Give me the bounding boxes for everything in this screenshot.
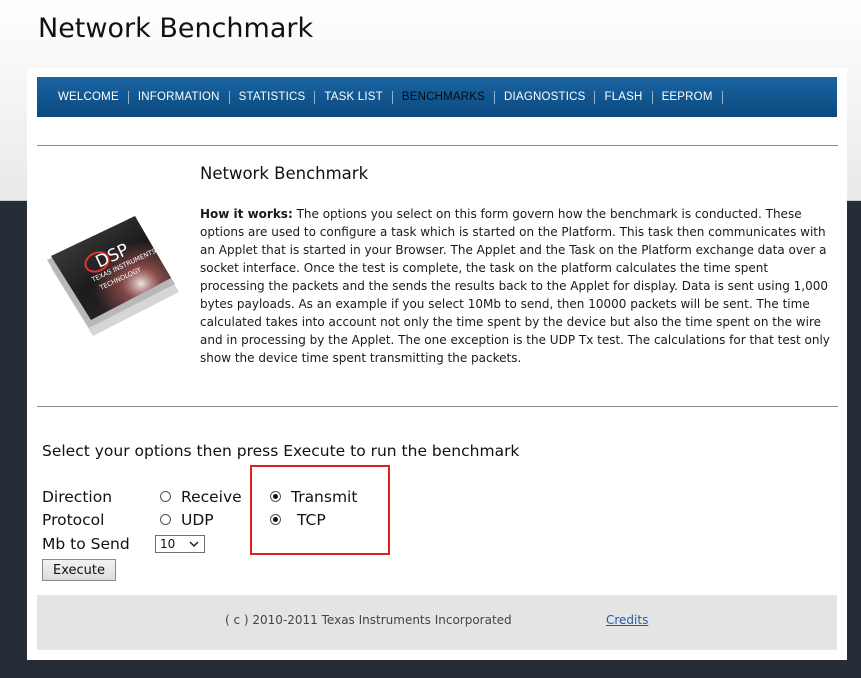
mb-to-send-value: 10 xyxy=(160,537,176,551)
footer: ( c ) 2010-2011 Texas Instruments Incorp… xyxy=(37,595,837,650)
credits-link[interactable]: Credits xyxy=(606,613,648,627)
dsp-chip-image: DSP TEXAS INSTRUMENTS TECHNOLOGY xyxy=(41,208,191,348)
copyright-text: ( c ) 2010-2011 Texas Instruments Incorp… xyxy=(225,613,512,627)
direction-receive-radio[interactable] xyxy=(160,491,171,502)
protocol-udp-radio[interactable] xyxy=(160,514,171,525)
direction-label: Direction xyxy=(42,488,113,506)
site-title: Network Benchmark xyxy=(38,13,314,44)
nav-item-flash[interactable]: FLASH xyxy=(595,90,653,104)
mb-to-send-select[interactable]: 10 xyxy=(155,535,205,553)
divider-top xyxy=(37,145,838,146)
protocol-label: Protocol xyxy=(42,511,105,529)
direction-receive-label[interactable]: Receive xyxy=(181,488,242,506)
section-heading: Network Benchmark xyxy=(200,164,369,183)
nav-item-diagnostics[interactable]: DIAGNOSTICS xyxy=(495,90,596,104)
nav-item-eeprom[interactable]: EEPROM xyxy=(653,90,723,104)
highlight-box xyxy=(250,465,390,555)
nav-item-statistics[interactable]: STATISTICS xyxy=(230,90,316,104)
mb-to-send-label: Mb to Send xyxy=(42,535,130,553)
nav-item-task-list[interactable]: TASK LIST xyxy=(315,90,393,104)
description-text: The options you select on this form gove… xyxy=(200,207,830,365)
form-instructions: Select your options then press Execute t… xyxy=(42,442,520,460)
execute-button[interactable]: Execute xyxy=(42,559,116,581)
chevron-down-icon xyxy=(187,536,201,552)
nav-item-welcome[interactable]: WELCOME xyxy=(49,90,129,104)
protocol-udp-label[interactable]: UDP xyxy=(181,511,214,529)
content-panel: WELCOME INFORMATION STATISTICS TASK LIST… xyxy=(27,68,847,660)
main-nav: WELCOME INFORMATION STATISTICS TASK LIST… xyxy=(37,77,837,117)
divider-bottom xyxy=(37,406,838,407)
nav-item-benchmarks[interactable]: BENCHMARKS xyxy=(393,90,496,104)
how-it-works-label: How it works: xyxy=(200,207,293,221)
nav-item-information[interactable]: INFORMATION xyxy=(129,90,230,104)
benchmark-description: How it works: The options you select on … xyxy=(200,205,832,367)
